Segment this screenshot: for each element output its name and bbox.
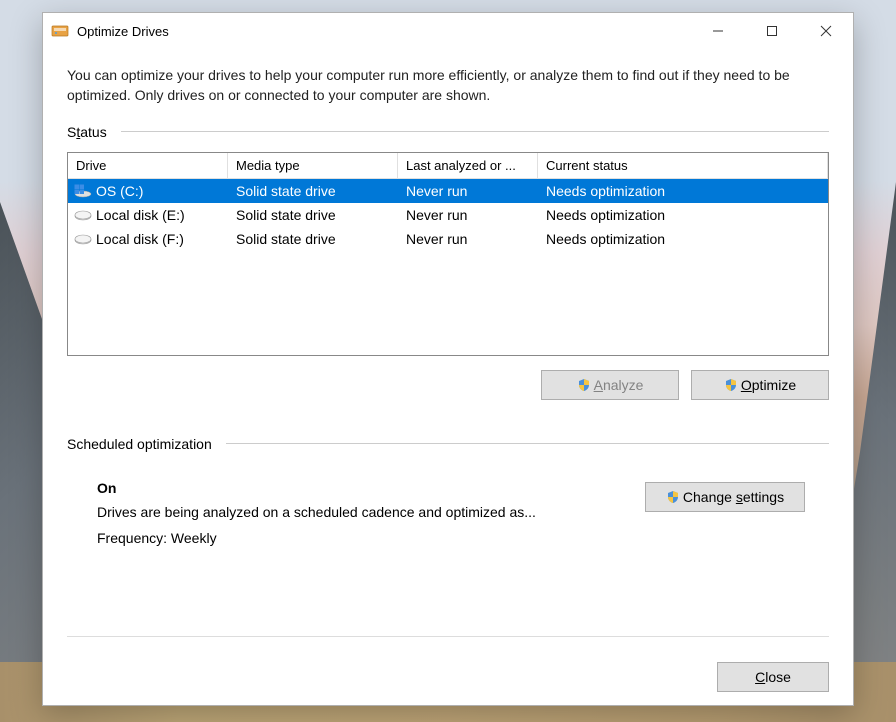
drive-icon — [74, 184, 92, 198]
column-header-drive[interactable]: Drive — [68, 153, 228, 178]
maximize-button[interactable] — [745, 13, 799, 49]
close-label: Close — [755, 669, 791, 685]
analyze-label: Analyze — [594, 377, 644, 393]
app-icon — [51, 22, 69, 40]
drive-media: Solid state drive — [228, 183, 398, 199]
window-title: Optimize Drives — [77, 24, 169, 39]
drive-last: Never run — [398, 207, 538, 223]
titlebar: Optimize Drives — [43, 13, 853, 49]
drive-last: Never run — [398, 183, 538, 199]
scheduled-frequency: Frequency: Weekly — [97, 530, 829, 546]
analyze-button[interactable]: Analyze — [541, 370, 679, 400]
drive-media: Solid state drive — [228, 231, 398, 247]
drive-name: Local disk (F:) — [96, 231, 184, 247]
drive-name: Local disk (E:) — [96, 207, 185, 223]
intro-text: You can optimize your drives to help you… — [67, 65, 829, 106]
scheduled-section-header: Scheduled optimization — [67, 436, 829, 452]
minimize-button[interactable] — [691, 13, 745, 49]
drive-status: Needs optimization — [538, 231, 828, 247]
column-header-last[interactable]: Last analyzed or ... — [398, 153, 538, 178]
drive-icon — [74, 232, 92, 246]
optimize-button[interactable]: Optimize — [691, 370, 829, 400]
shield-icon — [724, 378, 738, 392]
drive-status: Needs optimization — [538, 183, 828, 199]
shield-icon — [666, 490, 680, 504]
drive-media: Solid state drive — [228, 207, 398, 223]
footer: Close — [43, 649, 853, 705]
drive-list-header[interactable]: Drive Media type Last analyzed or ... Cu… — [68, 153, 828, 179]
drive-icon — [74, 208, 92, 222]
drive-row[interactable]: OS (C:) Solid state drive Never run Need… — [68, 179, 828, 203]
change-settings-button[interactable]: Change settings — [645, 482, 805, 512]
status-section-header: Status — [67, 124, 829, 140]
drive-name: OS (C:) — [96, 183, 143, 199]
status-label: Status — [67, 124, 121, 140]
column-header-status[interactable]: Current status — [538, 153, 828, 178]
close-window-button[interactable] — [799, 13, 853, 49]
scheduled-label: Scheduled optimization — [67, 436, 226, 452]
close-button[interactable]: Close — [717, 662, 829, 692]
drive-last: Never run — [398, 231, 538, 247]
drive-status: Needs optimization — [538, 207, 828, 223]
optimize-drives-window: Optimize Drives You can optimize your dr… — [42, 12, 854, 706]
drive-row[interactable]: Local disk (E:) Solid state drive Never … — [68, 203, 828, 227]
drive-list[interactable]: Drive Media type Last analyzed or ... Cu… — [67, 152, 829, 356]
optimize-label: Optimize — [741, 377, 796, 393]
change-settings-label: Change settings — [683, 489, 784, 505]
shield-icon — [577, 378, 591, 392]
drive-row[interactable]: Local disk (F:) Solid state drive Never … — [68, 227, 828, 251]
column-header-media[interactable]: Media type — [228, 153, 398, 178]
